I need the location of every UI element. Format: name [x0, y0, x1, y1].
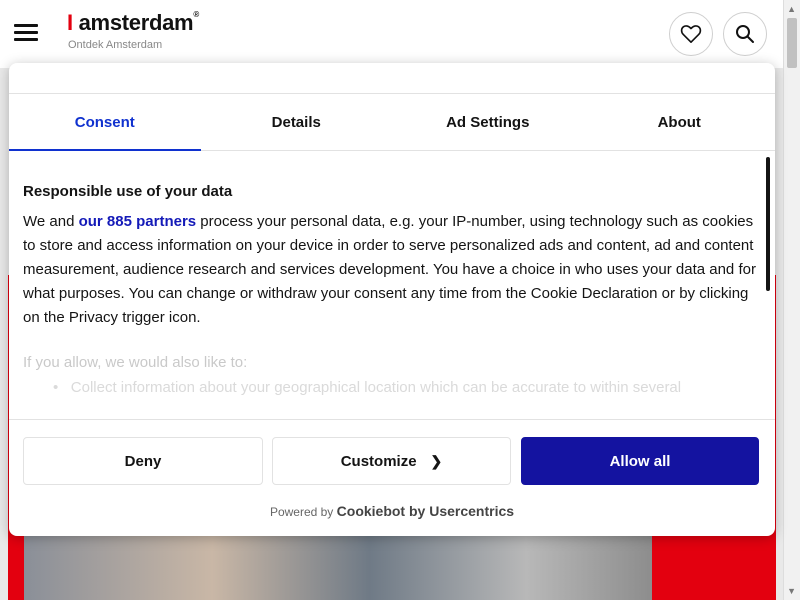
customize-button[interactable]: Customize ❯: [272, 437, 511, 485]
logo-prefix: I: [67, 10, 73, 35]
consent-tabs: Consent Details Ad Settings About: [9, 94, 775, 151]
consent-buttons: Deny Customize ❯ Allow all: [23, 437, 759, 485]
consent-description: We and our 885 partners process your per…: [23, 210, 761, 330]
description-start: We and: [23, 213, 79, 230]
tab-consent[interactable]: Consent: [9, 94, 201, 151]
consent-heading: Responsible use of your data: [23, 183, 233, 200]
site-header: I amsterdam® Ontdek Amsterdam: [0, 0, 784, 68]
dialog-header: [9, 63, 775, 94]
scrollbar-thumb[interactable]: [787, 18, 797, 68]
tab-about[interactable]: About: [584, 94, 776, 150]
cookie-consent-dialog: Consent Details Ad Settings About Respon…: [9, 63, 775, 536]
scroll-up-arrow-icon[interactable]: ▲: [787, 4, 796, 14]
powered-by: Powered by Cookiebot by Usercentrics: [9, 503, 775, 519]
site-tagline: Ontdek Amsterdam: [68, 39, 163, 51]
customize-label: Customize: [340, 452, 417, 470]
cookiebot-brand-link[interactable]: Cookiebot by Usercentrics: [337, 503, 514, 519]
allow-all-button[interactable]: Allow all: [521, 437, 759, 485]
heart-icon: [680, 25, 702, 43]
page-scrollbar[interactable]: ▲ ▼: [783, 0, 800, 600]
powered-by-prefix: Powered by: [269, 505, 334, 519]
favorites-button[interactable]: [669, 12, 713, 56]
content-scrollbar[interactable]: [766, 157, 770, 291]
partners-link[interactable]: our 885 partners: [79, 213, 197, 230]
logo-mark: ®: [193, 10, 199, 19]
tab-ad-settings[interactable]: Ad Settings: [392, 94, 584, 150]
hero-photo: [24, 530, 652, 600]
consent-content[interactable]: Responsible use of your data We and our …: [9, 151, 775, 420]
hamburger-menu-icon[interactable]: [14, 24, 38, 44]
deny-button[interactable]: Deny: [23, 437, 263, 485]
search-icon: [736, 25, 754, 43]
optional-purpose-item: • Collect information about your geograp…: [53, 379, 682, 396]
tab-details[interactable]: Details: [201, 94, 393, 150]
site-logo[interactable]: I amsterdam®: [67, 10, 199, 36]
optional-purposes-intro: If you allow, we would also like to:: [23, 354, 248, 371]
logo-name: amsterdam: [78, 10, 194, 35]
scroll-down-arrow-icon[interactable]: ▼: [787, 586, 796, 596]
chevron-right-icon: ❯: [430, 452, 443, 469]
optional-purpose-text: Collect information about your geographi…: [70, 379, 682, 396]
search-button[interactable]: [723, 12, 767, 56]
